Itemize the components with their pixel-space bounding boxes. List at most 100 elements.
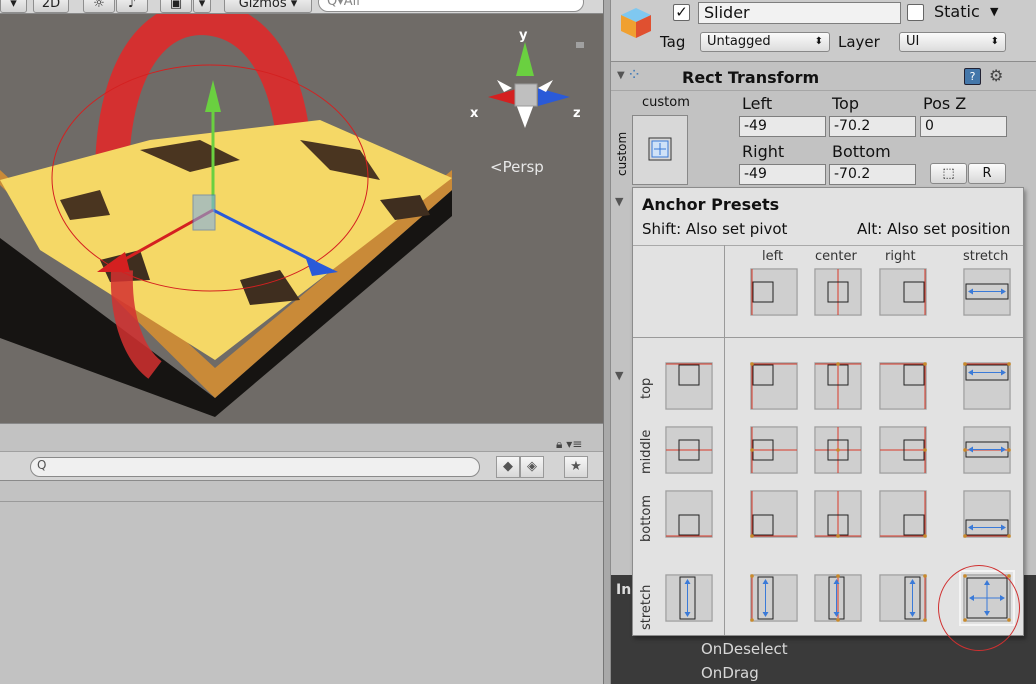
anchor-preset-top-row[interactable] bbox=[665, 362, 713, 410]
anchor-preset-icon bbox=[814, 490, 862, 538]
scene-search-placeholder: All bbox=[343, 0, 360, 9]
favorites-star-icon[interactable]: ★ bbox=[564, 456, 588, 478]
static-checkbox[interactable] bbox=[907, 4, 924, 21]
row-header-middle: middle bbox=[639, 416, 655, 476]
bottom-label: Bottom bbox=[832, 142, 891, 161]
filter-label-icon[interactable]: ◈ bbox=[520, 456, 544, 478]
effects-dropdown-icon[interactable]: ▾ bbox=[193, 0, 211, 13]
column-header-stretch: stretch bbox=[963, 249, 1009, 264]
axis-y-label: y bbox=[519, 28, 528, 43]
anchor-preset-icon bbox=[750, 268, 798, 316]
posz-field[interactable]: 0 bbox=[920, 116, 1007, 137]
projection-text: Persp bbox=[502, 158, 544, 176]
event-item[interactable]: OnDrag bbox=[701, 664, 759, 682]
gizmos-label: Gizmos bbox=[238, 0, 287, 11]
anchor-preset-middle-center[interactable] bbox=[814, 426, 862, 474]
anchor-mode-top-label: custom bbox=[642, 95, 690, 110]
anchor-preset-bottom-center[interactable] bbox=[814, 490, 862, 538]
anchor-preset-stretch-left[interactable] bbox=[750, 574, 798, 622]
audio-toggle-icon[interactable]: ♪ bbox=[116, 0, 148, 13]
anchor-preset-icon bbox=[750, 574, 798, 622]
tag-select[interactable]: Untagged ⬍ bbox=[700, 32, 830, 52]
component-foldout-icon[interactable]: ▼ bbox=[615, 195, 623, 208]
tag-chevron-icon: ⬍ bbox=[814, 36, 823, 47]
anchor-preset-right[interactable] bbox=[879, 268, 927, 316]
anchor-preset-stretch-row[interactable] bbox=[665, 574, 713, 622]
persp-arrow-icon: < bbox=[490, 158, 503, 176]
top-field[interactable]: -70.2 bbox=[829, 116, 916, 137]
panel-divider[interactable] bbox=[603, 0, 611, 684]
anchor-preset-icon bbox=[665, 490, 713, 538]
anchor-preset-top-right[interactable] bbox=[879, 362, 927, 410]
anchor-preset-stretch-center[interactable] bbox=[814, 574, 862, 622]
anchor-preset-left[interactable] bbox=[750, 268, 798, 316]
anchor-preset-icon bbox=[750, 362, 798, 410]
anchor-preset-top-left[interactable] bbox=[750, 362, 798, 410]
anchor-preset-stretch[interactable] bbox=[963, 268, 1011, 316]
foldout-arrow-icon[interactable]: ▼ bbox=[617, 70, 625, 81]
component-foldout-icon-2[interactable]: ▼ bbox=[615, 369, 623, 382]
scene-render[interactable] bbox=[0, 0, 603, 423]
anchor-preset-icon bbox=[963, 426, 1011, 474]
lock-icon[interactable]: 🔒︎ ▾≡ bbox=[556, 437, 582, 452]
gameobject-cube-icon bbox=[621, 8, 651, 38]
lighting-toggle-icon[interactable]: ☼ bbox=[83, 0, 115, 13]
anchor-mode-side-label: custom bbox=[613, 118, 631, 178]
blueprint-mode-icon[interactable]: ⬚ bbox=[930, 163, 967, 184]
shift-hint: Shift: Also set pivot bbox=[642, 220, 788, 238]
help-icon[interactable]: ? bbox=[964, 68, 981, 85]
anchor-preset-stretch-right[interactable] bbox=[879, 574, 927, 622]
layer-select[interactable]: UI ⬍ bbox=[899, 32, 1006, 52]
anchor-preset-top-stretch[interactable] bbox=[963, 362, 1011, 410]
right-field[interactable]: -49 bbox=[739, 164, 826, 185]
row-header-bottom: bottom bbox=[639, 480, 655, 542]
raw-edit-button[interactable]: R bbox=[968, 163, 1006, 184]
panel-content bbox=[0, 482, 603, 502]
axis-x-label: x bbox=[470, 106, 479, 121]
anchor-preset-top-center[interactable] bbox=[814, 362, 862, 410]
anchor-preset-icon bbox=[750, 426, 798, 474]
right-label: Right bbox=[742, 142, 785, 161]
bottom-field[interactable]: -70.2 bbox=[829, 164, 916, 185]
active-checkbox[interactable]: ✓ bbox=[673, 4, 690, 21]
hierarchy-panel: 🔒︎ ▾≡ Q ◆ ◈ ★ bbox=[0, 423, 603, 684]
anchor-preset-center[interactable] bbox=[814, 268, 862, 316]
object-name-field[interactable]: Slider bbox=[698, 2, 901, 24]
toolbar-dropdown-icon[interactable]: ▾ bbox=[0, 0, 27, 13]
mode-2d-button[interactable]: 2D bbox=[33, 0, 69, 13]
anchor-preset-bottom-row[interactable] bbox=[665, 490, 713, 538]
anchor-preset-icon bbox=[879, 574, 927, 622]
anchor-preset-bottom-left[interactable] bbox=[750, 490, 798, 538]
anchor-presets-button[interactable] bbox=[632, 115, 688, 185]
gizmos-dropdown[interactable]: Gizmos ▾ bbox=[224, 0, 312, 13]
anchor-preset-middle-stretch[interactable] bbox=[963, 426, 1011, 474]
rect-transform-header[interactable]: ▼ ⁘ Rect Transform ? ⚙ bbox=[611, 63, 1036, 91]
anchor-preset-icon bbox=[814, 426, 862, 474]
divider bbox=[724, 245, 725, 635]
left-field[interactable]: -49 bbox=[739, 116, 826, 137]
divider bbox=[633, 245, 1023, 246]
effects-toggle-icon[interactable]: ▣ bbox=[160, 0, 192, 13]
search-icon: Q bbox=[37, 458, 47, 472]
anchor-preset-icon bbox=[814, 574, 862, 622]
anchor-preset-middle-right[interactable] bbox=[879, 426, 927, 474]
anchor-preset-bottom-right[interactable] bbox=[879, 490, 927, 538]
panel-search-input[interactable]: Q bbox=[30, 457, 480, 477]
anchor-preset-middle-row[interactable] bbox=[665, 426, 713, 474]
static-dropdown-icon[interactable]: ▼ bbox=[990, 5, 998, 18]
axis-z-label: z bbox=[573, 106, 581, 121]
anchor-preset-middle-left[interactable] bbox=[750, 426, 798, 474]
layer-label: Layer bbox=[838, 33, 880, 51]
rect-transform-title: Rect Transform bbox=[682, 68, 820, 87]
popup-title: Anchor Presets bbox=[642, 195, 780, 214]
scene-view[interactable]: ▾ 2D ☼ ♪ ▣ ▾ Gizmos ▾ Q▾All y x z <Persp bbox=[0, 0, 603, 423]
gear-icon[interactable]: ⚙ bbox=[989, 66, 1003, 85]
anchor-preset-icon bbox=[750, 490, 798, 538]
projection-label[interactable]: <Persp bbox=[490, 158, 544, 176]
filter-type-icon[interactable]: ◆ bbox=[496, 456, 520, 478]
anchor-preset-bottom-stretch[interactable] bbox=[963, 490, 1011, 538]
event-item[interactable]: OnDeselect bbox=[701, 640, 788, 658]
column-header-center: center bbox=[815, 249, 857, 264]
anchor-preset-icon bbox=[963, 362, 1011, 410]
scene-search-input[interactable]: Q▾All bbox=[318, 0, 584, 12]
